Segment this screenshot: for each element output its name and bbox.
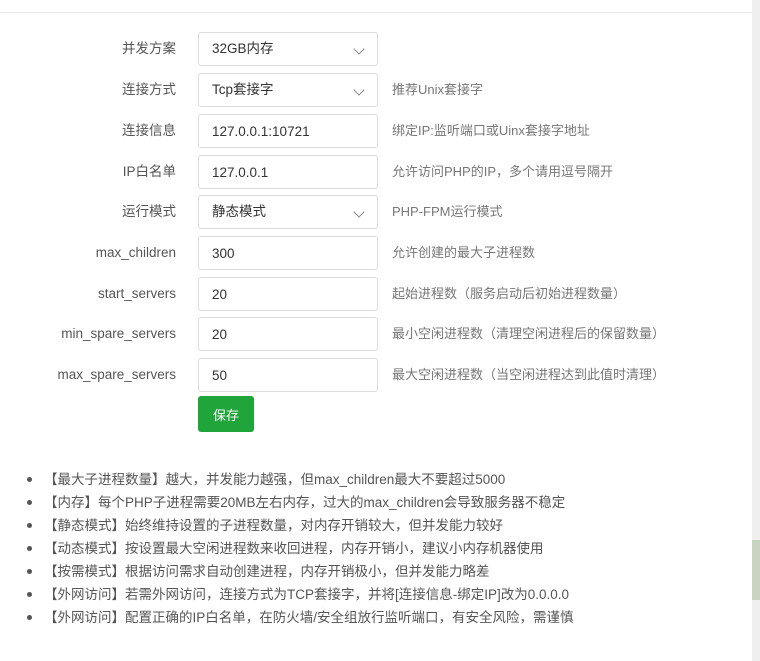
row-concurrency-plan: 并发方案 32GB内存 — [0, 32, 752, 66]
row-start-servers: start_servers 起始进程数（服务启动后初始进程数量） — [0, 277, 752, 311]
max-children-input[interactable] — [198, 236, 378, 270]
concurrency-plan-select[interactable]: 32GB内存 — [198, 32, 378, 66]
row-connection-info: 连接信息 绑定IP:监听端口或Uinx套接字地址 — [0, 114, 752, 148]
row-connection-method: 连接方式 Tcp套接字 推荐Unix套接字 — [0, 73, 752, 107]
hint-connection-info: 绑定IP:监听端口或Uinx套接字地址 — [392, 123, 590, 138]
hint-connection-method: 推荐Unix套接字 — [392, 82, 484, 97]
row-max-spare-servers: max_spare_servers 最大空闲进程数（当空闲进程达到此值时清理） — [0, 358, 752, 392]
list-item: 【外网访问】若需外网访问，连接方式为TCP套接字，并将[连接信息-绑定IP]改为… — [24, 583, 574, 606]
list-item: 【按需模式】根据访问需求自动创建进程，内存开销极小，但并发能力略差 — [24, 560, 574, 583]
row-max-children: max_children 允许创建的最大子进程数 — [0, 236, 752, 270]
hint-run-mode: PHP-FPM运行模式 — [392, 204, 503, 219]
label-max-spare-servers: max_spare_servers — [57, 367, 176, 382]
top-bar — [0, 0, 752, 13]
hint-max-spare-servers: 最大空闲进程数（当空闲进程达到此值时清理） — [392, 367, 666, 382]
label-connection-info: 连接信息 — [122, 123, 176, 138]
list-item: 【最大子进程数量】越大，并发能力越强，但max_children最大不要超过50… — [24, 468, 574, 491]
right-edge-accent — [752, 540, 760, 600]
list-item: 【静态模式】始终维持设置的子进程数量，对内存开销较大，但并发能力较好 — [24, 514, 574, 537]
right-edge — [752, 0, 760, 661]
connection-method-value: Tcp套接字 — [212, 82, 274, 97]
connection-info-input[interactable] — [198, 114, 378, 148]
concurrency-plan-value: 32GB内存 — [212, 41, 274, 56]
chevron-down-icon — [353, 43, 365, 55]
label-concurrency-plan: 并发方案 — [122, 41, 176, 56]
hint-start-servers: 起始进程数（服务启动后初始进程数量） — [392, 286, 627, 301]
row-run-mode: 运行模式 静态模式 PHP-FPM运行模式 — [0, 195, 752, 229]
label-min-spare-servers: min_spare_servers — [61, 326, 176, 341]
label-run-mode: 运行模式 — [122, 204, 176, 219]
ip-whitelist-input[interactable] — [198, 155, 378, 189]
chevron-down-icon — [353, 84, 365, 96]
save-button[interactable]: 保存 — [198, 396, 254, 432]
run-mode-value: 静态模式 — [212, 204, 266, 219]
list-item: 【外网访问】配置正确的IP白名单，在防火墙/安全组放行监听端口，有安全风险，需谨… — [24, 606, 574, 629]
min-spare-servers-input[interactable] — [198, 317, 378, 351]
label-connection-method: 连接方式 — [122, 82, 176, 97]
row-ip-whitelist: IP白名单 允许访问PHP的IP，多个请用逗号隔开 — [0, 155, 752, 189]
row-min-spare-servers: min_spare_servers 最小空闲进程数（清理空闲进程后的保留数量） — [0, 317, 752, 351]
label-ip-whitelist: IP白名单 — [122, 164, 176, 179]
run-mode-select[interactable]: 静态模式 — [198, 195, 378, 229]
hint-ip-whitelist: 允许访问PHP的IP，多个请用逗号隔开 — [392, 164, 614, 179]
max-spare-servers-input[interactable] — [198, 358, 378, 392]
label-max-children: max_children — [95, 245, 176, 260]
list-item: 【内存】每个PHP子进程需要20MB左右内存，过大的max_children会导… — [24, 491, 574, 514]
list-item: 【动态模式】按设置最大空闲进程数来收回进程，内存开销小，建议小内存机器使用 — [24, 537, 574, 560]
start-servers-input[interactable] — [198, 277, 378, 311]
hint-max-children: 允许创建的最大子进程数 — [392, 245, 536, 260]
tips-list: 【最大子进程数量】越大，并发能力越强，但max_children最大不要超过50… — [24, 468, 574, 629]
connection-method-select[interactable]: Tcp套接字 — [198, 73, 378, 107]
chevron-down-icon — [353, 206, 365, 218]
hint-min-spare-servers: 最小空闲进程数（清理空闲进程后的保留数量） — [392, 326, 666, 341]
label-start-servers: start_servers — [97, 286, 176, 301]
